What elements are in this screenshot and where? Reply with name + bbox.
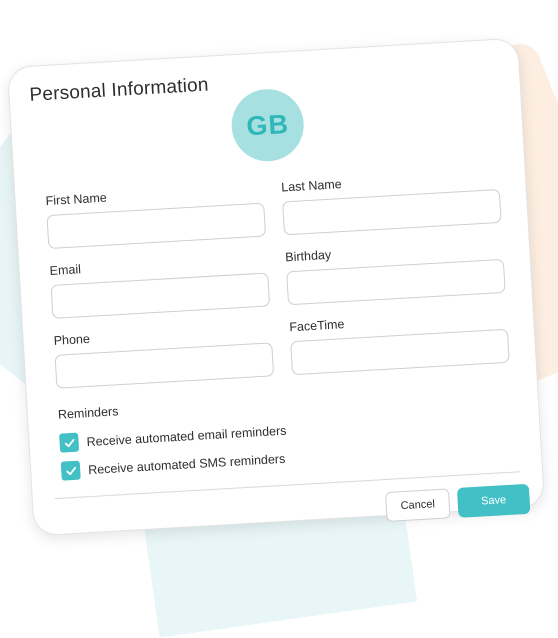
avatar[interactable]: GB bbox=[229, 87, 306, 164]
email-reminder-option[interactable]: Receive automated email reminders bbox=[59, 421, 287, 453]
checkmark-icon bbox=[65, 466, 76, 475]
last-name-group: Last Name bbox=[281, 168, 504, 236]
reminders-heading: Reminders bbox=[57, 404, 119, 422]
email-reminder-checkbox[interactable] bbox=[59, 432, 80, 453]
first-name-group: First Name bbox=[45, 181, 268, 250]
facetime-field[interactable] bbox=[290, 328, 510, 376]
cancel-button[interactable]: Cancel bbox=[384, 488, 451, 523]
last-name-field[interactable] bbox=[282, 188, 502, 236]
page-title: Personal Information bbox=[28, 74, 210, 106]
save-button[interactable]: Save bbox=[456, 483, 531, 518]
sms-reminder-checkbox[interactable] bbox=[60, 460, 81, 481]
sms-reminder-option[interactable]: Receive automated SMS reminders bbox=[60, 449, 286, 481]
personal-information-card: Personal Information GB First Name Last … bbox=[6, 37, 546, 537]
facetime-group: FaceTime bbox=[289, 308, 512, 376]
phone-group: Phone bbox=[53, 321, 276, 389]
birthday-group: Birthday bbox=[285, 238, 508, 306]
email-reminder-label: Receive automated email reminders bbox=[86, 423, 287, 449]
checkmark-icon bbox=[64, 438, 74, 447]
email-group: Email bbox=[49, 251, 272, 319]
sms-reminder-label: Receive automated SMS reminders bbox=[87, 451, 286, 477]
birthday-field[interactable] bbox=[286, 258, 506, 306]
phone-field[interactable] bbox=[54, 342, 275, 389]
first-name-field[interactable] bbox=[46, 202, 267, 250]
email-field[interactable] bbox=[50, 272, 271, 319]
